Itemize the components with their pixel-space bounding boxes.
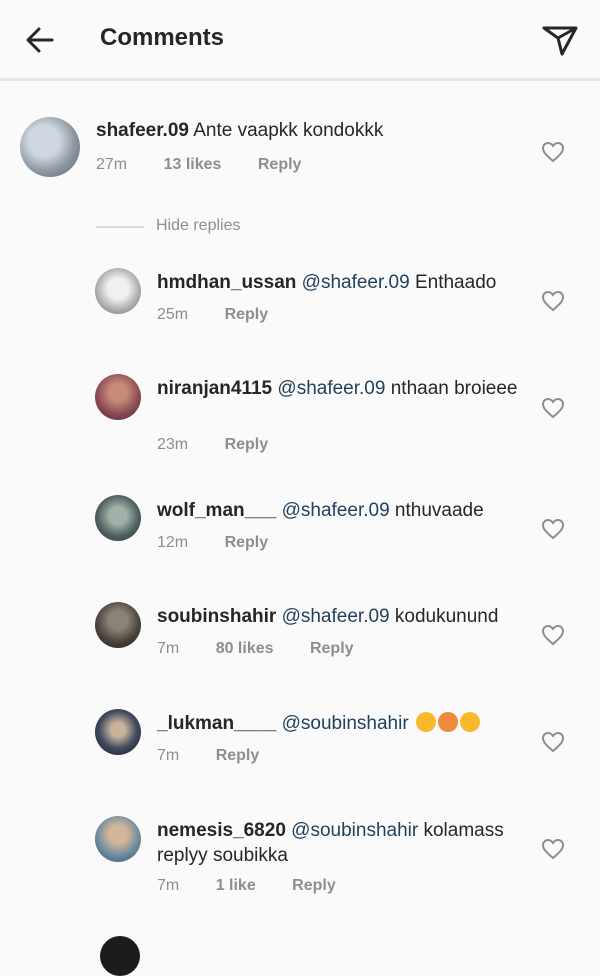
like-heart-icon[interactable] <box>541 290 565 312</box>
hide-replies-label[interactable]: Hide replies <box>156 217 240 235</box>
avatar[interactable] <box>95 268 141 314</box>
reply-button[interactable]: Reply <box>258 156 302 173</box>
like-heart-icon[interactable] <box>541 624 565 646</box>
divider-line <box>96 226 144 228</box>
like-heart-icon[interactable] <box>541 141 565 163</box>
reply-username[interactable]: wolf_man___ <box>157 500 276 521</box>
like-heart-icon[interactable] <box>541 518 565 540</box>
reply-time: 25m <box>157 306 189 323</box>
comment-text: Ante vaapkk kondokkk <box>193 120 384 141</box>
reply-body: _lukman____ @soubinshahir <box>157 711 527 736</box>
comment-time: 27m <box>96 156 128 173</box>
reply-time: 7m <box>157 640 180 657</box>
like-heart-icon[interactable] <box>541 731 565 753</box>
like-heart-icon[interactable] <box>541 838 565 860</box>
page-title: Comments <box>100 24 225 51</box>
back-arrow-icon[interactable] <box>22 22 58 58</box>
avatar[interactable] <box>95 495 141 541</box>
reply-button[interactable]: Reply <box>225 534 269 551</box>
avatar[interactable] <box>95 374 141 420</box>
reply-meta: 12m Reply <box>157 534 300 552</box>
reply-meta: 25m Reply <box>157 306 300 324</box>
reply-body: niranjan4115 @shafeer.09 nthaan broieee <box>157 376 527 401</box>
avatar[interactable] <box>100 936 140 976</box>
likes-count[interactable]: 1 like <box>216 877 256 894</box>
mention-link[interactable]: @shafeer.09 <box>277 378 385 399</box>
comment-body: shafeer.09 Ante vaapkk kondokkk <box>96 118 526 143</box>
reply-body: soubinshahir @shafeer.09 kodukunund <box>157 604 527 629</box>
top-bar: Comments <box>0 0 600 81</box>
reply-username[interactable]: soubinshahir <box>157 606 276 627</box>
reply-button[interactable]: Reply <box>216 747 260 764</box>
reply-button[interactable]: Reply <box>310 640 354 657</box>
mention-link[interactable]: @soubinshahir <box>282 713 409 734</box>
reply-text: nthuvaade <box>394 500 484 521</box>
reply-text: nthaan broieee <box>390 378 518 399</box>
reply-username[interactable]: nemesis_6820 <box>157 820 286 841</box>
comment-username[interactable]: shafeer.09 <box>96 120 189 141</box>
reply-body: wolf_man___ @shafeer.09 nthuvaade <box>157 498 527 523</box>
laughing-emoji-icon <box>415 712 436 732</box>
reply-username[interactable]: niranjan4115 <box>157 378 272 399</box>
avatar[interactable] <box>95 602 141 648</box>
likes-count[interactable]: 13 likes <box>164 156 222 173</box>
likes-count[interactable]: 80 likes <box>216 640 274 657</box>
reply-body: nemesis_6820 @soubinshahir kolamass repl… <box>157 818 527 868</box>
reply-time: 12m <box>157 534 189 551</box>
avatar[interactable] <box>95 816 141 862</box>
reply-button[interactable]: Reply <box>292 877 336 894</box>
reply-time: 7m <box>157 747 180 764</box>
reply-text: Enthaado <box>414 272 497 293</box>
comment-meta: 27m 13 likes Reply <box>96 156 333 174</box>
direct-send-icon[interactable] <box>540 20 580 60</box>
reply-username[interactable]: hmdhan_ussan <box>157 272 296 293</box>
avatar[interactable] <box>20 117 80 177</box>
reply-time: 7m <box>157 877 180 894</box>
reply-username[interactable]: _lukman____ <box>157 713 276 734</box>
mention-link[interactable]: @soubinshahir <box>291 820 418 841</box>
reply-body: hmdhan_ussan @shafeer.09 Enthaado <box>157 270 527 295</box>
reply-meta: 23m Reply <box>157 436 300 454</box>
reply-meta: 7m 80 likes Reply <box>157 640 386 658</box>
hug-emoji-icon <box>459 712 480 732</box>
heart-eyes-emoji-icon <box>437 712 458 732</box>
avatar[interactable] <box>95 709 141 755</box>
mention-link[interactable]: @shafeer.09 <box>302 272 410 293</box>
mention-link[interactable]: @shafeer.09 <box>282 500 390 521</box>
reply-meta: 7m 1 like Reply <box>157 877 368 895</box>
reply-button[interactable]: Reply <box>225 306 269 323</box>
reply-text: kodukunund <box>394 606 499 627</box>
reply-time: 23m <box>157 436 189 453</box>
mention-link[interactable]: @shafeer.09 <box>282 606 390 627</box>
reply-meta: 7m Reply <box>157 747 291 765</box>
reply-button[interactable]: Reply <box>225 436 269 453</box>
like-heart-icon[interactable] <box>541 397 565 419</box>
